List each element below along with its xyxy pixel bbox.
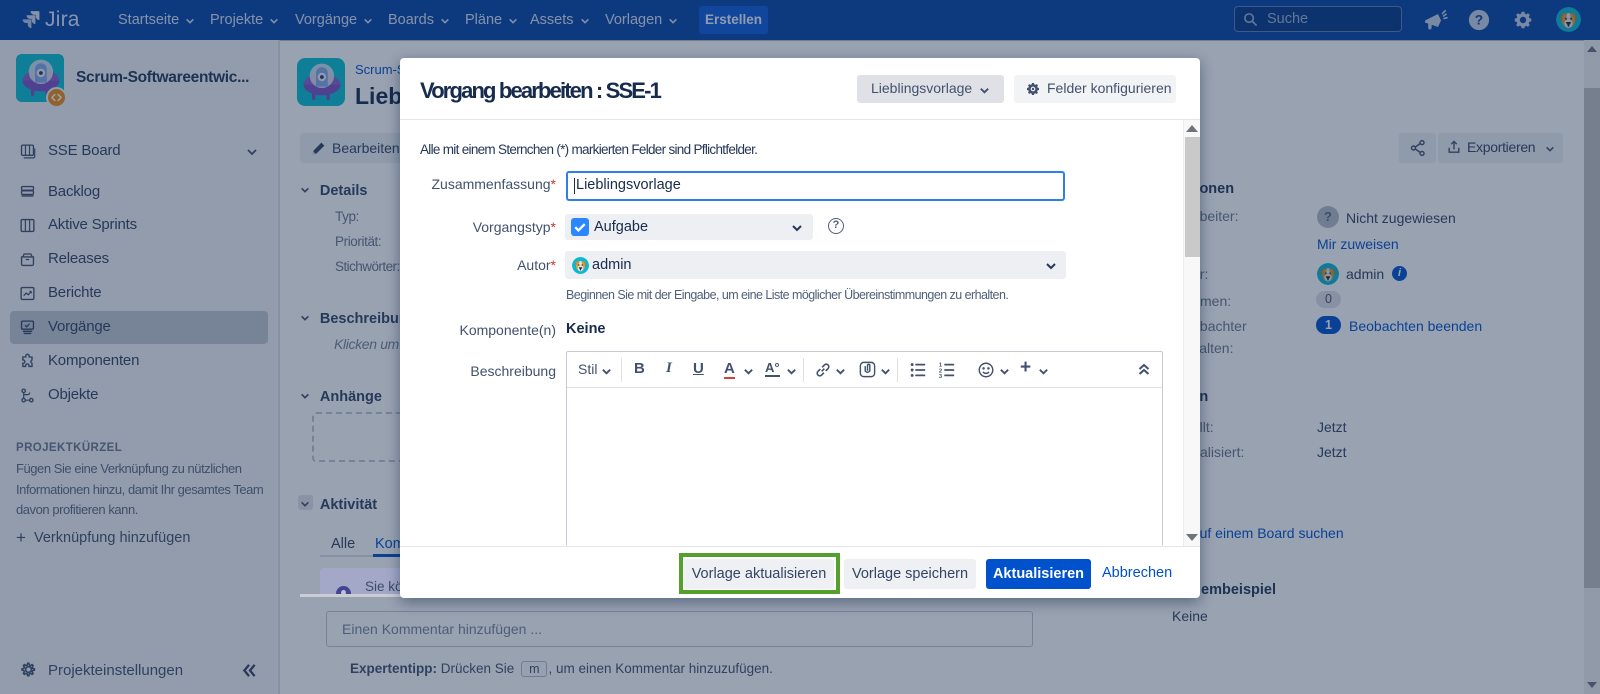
svg-text:3: 3 — [939, 374, 943, 379]
